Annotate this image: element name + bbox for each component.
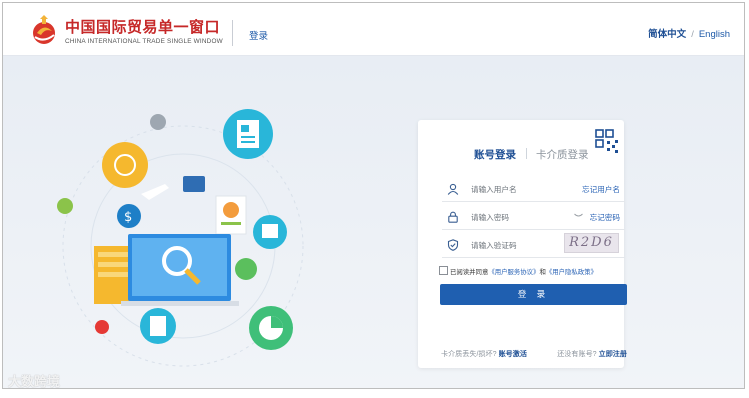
watermark: 大数跨境 [8, 374, 61, 389]
privacy-policy-link[interactable]: 《用户隐私政策》 [546, 269, 597, 276]
register-link[interactable]: 立即注册 [599, 350, 627, 358]
username-field[interactable]: 请输入用户名 忘记用户名 [442, 179, 625, 202]
service-agreement-link[interactable]: 《用户服务协议》 [488, 269, 539, 276]
header-login-link[interactable]: 登录 [249, 28, 268, 42]
logo-emblem-icon[interactable] [29, 13, 59, 47]
forgot-username-link[interactable]: 忘记用户名 [582, 184, 620, 195]
hero-background: $ 账号登录 卡介质登录 请输入用户名 忘记用户名 请输入密码 忘记密码 请输入… [3, 56, 744, 388]
forgot-password-link[interactable]: 忘记密码 [590, 212, 620, 223]
language-switch: 简体中文 / English [648, 26, 730, 40]
browser-frame: 中国国际贸易单一窗口 CHINA INTERNATIONAL TRADE SIN… [2, 2, 745, 389]
agree-prefix: 已阅读并同意 [450, 269, 489, 276]
captcha-image[interactable]: R2D6 [564, 233, 619, 253]
card-lost-text: 卡介质丢失/损坏? [441, 350, 497, 358]
shield-icon [447, 239, 459, 251]
card-lost-row: 卡介质丢失/损坏? 账号激活 [441, 349, 527, 359]
user-icon [447, 183, 459, 195]
password-placeholder[interactable]: 请输入密码 [471, 212, 509, 223]
trade-illustration: $ [57, 109, 304, 367]
username-placeholder[interactable]: 请输入用户名 [471, 184, 517, 195]
eye-icon[interactable] [574, 213, 583, 218]
login-submit-button[interactable]: 登 录 [440, 284, 627, 305]
no-account-text: 还没有账号? [557, 350, 597, 358]
captcha-field[interactable]: 请输入验证码 R2D6 [442, 233, 625, 258]
password-field[interactable]: 请输入密码 忘记密码 [442, 207, 625, 230]
login-panel: 账号登录 卡介质登录 请输入用户名 忘记用户名 请输入密码 忘记密码 请输入验证… [418, 120, 627, 368]
tab-card-login[interactable]: 卡介质登录 [536, 147, 589, 162]
svg-text:$: $ [124, 210, 132, 225]
site-header: 中国国际贸易单一窗口 CHINA INTERNATIONAL TRADE SIN… [3, 3, 744, 56]
agree-checkbox[interactable] [439, 266, 448, 275]
agreement-row: 已阅读并同意《用户服务协议》和《用户隐私政策》 [439, 266, 597, 276]
logo-subtitle: CHINA INTERNATIONAL TRADE SINGLE WINDOW [65, 38, 223, 45]
captcha-text: R2D6 [569, 235, 614, 250]
tab-divider [526, 148, 527, 159]
account-activate-link[interactable]: 账号激活 [499, 350, 527, 358]
lang-separator: / [691, 29, 694, 40]
lang-zh-link[interactable]: 简体中文 [648, 29, 686, 40]
qr-code-icon[interactable] [594, 128, 620, 154]
logo-title[interactable]: 中国国际贸易单一窗口 [65, 16, 220, 37]
captcha-placeholder[interactable]: 请输入验证码 [471, 240, 517, 251]
header-divider [232, 20, 233, 46]
lock-icon [448, 211, 458, 223]
tab-account-login[interactable]: 账号登录 [474, 147, 516, 162]
lang-en-link[interactable]: English [699, 29, 730, 40]
register-row: 还没有账号? 立即注册 [557, 349, 627, 359]
